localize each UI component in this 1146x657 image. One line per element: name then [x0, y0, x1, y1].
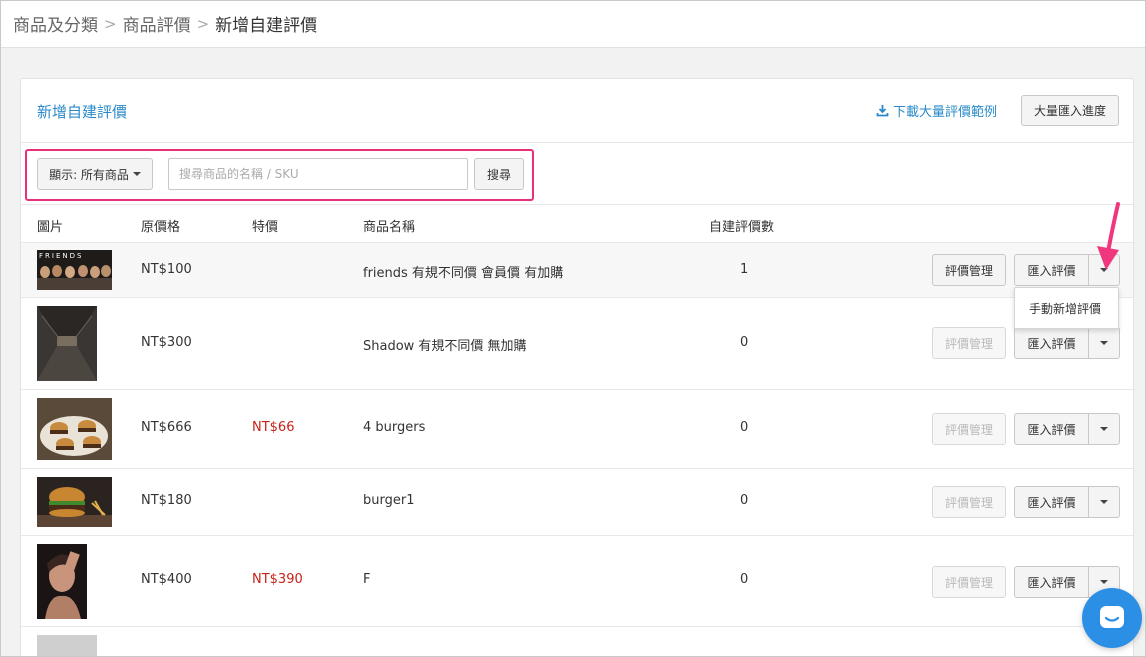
review-count: 1 [740, 262, 749, 277]
breadcrumb: 商品及分類 > 商品評價 > 新增自建評價 [0, 0, 1146, 48]
import-dropdown-toggle[interactable] [1089, 327, 1120, 359]
manual-add-review-item[interactable]: 手動新增評價 [1029, 300, 1101, 317]
review-count: 0 [740, 493, 749, 508]
friends-poster-image: FRIENDS [37, 250, 112, 290]
product-name: F [363, 572, 371, 587]
review-count: 0 [740, 335, 749, 350]
column-header-original-price: 原價格 [141, 220, 181, 235]
download-sample-link[interactable]: 下載大量評價範例 [876, 101, 997, 120]
table-row: NT$666 NT$66 4 burgers 0 評價管理 匯入評價 [21, 390, 1133, 469]
review-count: 0 [740, 572, 749, 587]
annotation-arrow-icon [1097, 202, 1120, 270]
chevron-right-icon: > [196, 14, 210, 33]
column-header-image: 圖片 [37, 220, 64, 235]
product-name: friends 有規不同價 會員價 有加購 [363, 266, 564, 281]
product-thumbnail[interactable] [37, 635, 97, 657]
column-header-review-count: 自建評價數 [709, 220, 775, 235]
table-row [21, 627, 1133, 657]
special-price: NT$390 [252, 572, 303, 587]
portrait-photo-thumbnail[interactable] [37, 544, 87, 619]
tunnel-photo-image [37, 306, 97, 381]
import-dropdown-toggle[interactable] [1089, 413, 1120, 445]
caret-down-icon [132, 172, 141, 176]
caret-down-icon [1100, 580, 1108, 584]
import-dropdown-toggle[interactable] [1089, 486, 1120, 518]
import-reviews-button[interactable]: 匯入評價 [1014, 413, 1089, 445]
download-icon [876, 105, 889, 117]
table-row: NT$400 NT$390 F 0 評價管理 匯入評價 [21, 536, 1133, 627]
caret-down-icon [1100, 500, 1108, 504]
manage-reviews-button[interactable]: 評價管理 [932, 413, 1006, 445]
import-button-group: 匯入評價 [1014, 413, 1120, 445]
import-reviews-button[interactable]: 匯入評價 [1014, 327, 1089, 359]
panel-title: 新增自建評價 [37, 103, 128, 121]
friends-poster-thumbnail[interactable]: FRIENDS [37, 250, 112, 290]
import-reviews-button[interactable]: 匯入評價 [1014, 566, 1089, 598]
original-price: NT$400 [141, 572, 192, 587]
caret-down-icon [1100, 427, 1108, 431]
import-button-group: 匯入評價 [1014, 486, 1120, 518]
portrait-photo-image [37, 544, 87, 619]
search-button[interactable]: 搜尋 [474, 158, 524, 190]
manage-reviews-button[interactable]: 評價管理 [932, 486, 1006, 518]
import-progress-button[interactable]: 大量匯入進度 [1021, 95, 1119, 126]
manage-reviews-button[interactable]: 評價管理 [932, 566, 1006, 598]
search-input[interactable] [168, 158, 468, 190]
filter-row: 顯示: 所有商品 搜尋 [21, 143, 1133, 205]
product-name: 4 burgers [363, 420, 426, 435]
chevron-right-icon: > [104, 14, 117, 33]
original-price: NT$666 [141, 420, 192, 435]
table-row: FRIENDS NT$100 friends 有規不同價 會員價 有加購 1 評… [21, 243, 1133, 298]
chat-button[interactable] [1082, 588, 1142, 648]
svg-text:FRIENDS: FRIENDS [39, 252, 83, 260]
import-reviews-button[interactable]: 匯入評價 [1014, 254, 1089, 286]
burgers-photo-image [37, 398, 112, 460]
manage-reviews-button[interactable]: 評價管理 [932, 254, 1006, 286]
burger-photo-image [37, 477, 112, 527]
burgers-photo-thumbnail[interactable] [37, 398, 112, 460]
product-name: Shadow 有規不同價 無加購 [363, 339, 527, 354]
import-reviews-button[interactable]: 匯入評價 [1014, 486, 1089, 518]
panel-header: 新增自建評價 下載大量評價範例 大量匯入進度 [21, 79, 1133, 143]
chat-icon [1100, 606, 1124, 628]
show-filter-dropdown[interactable]: 顯示: 所有商品 [37, 158, 153, 190]
download-link-label: 下載大量評價範例 [893, 105, 998, 120]
original-price: NT$100 [141, 262, 192, 277]
review-count: 0 [740, 420, 749, 435]
table-row: NT$300 Shadow 有規不同價 無加購 0 評價管理 匯入評價 [21, 298, 1133, 390]
show-filter-label: 顯示: 所有商品 [49, 167, 129, 182]
import-button-group: 匯入評價 [1014, 327, 1120, 359]
original-price: NT$180 [141, 493, 192, 508]
column-header-special-price: 特價 [252, 220, 279, 235]
manage-reviews-button[interactable]: 評價管理 [932, 327, 1006, 359]
breadcrumb-item-reviews[interactable]: 商品評價 [123, 11, 191, 36]
table-row: NT$180 burger1 0 評價管理 匯入評價 [21, 469, 1133, 536]
breadcrumb-item-current: 新增自建評價 [215, 16, 318, 36]
main-panel: 新增自建評價 下載大量評價範例 大量匯入進度 顯示: 所有商品 搜尋 圖片 原價… [20, 78, 1134, 657]
original-price: NT$300 [141, 335, 192, 350]
burger-photo-thumbnail[interactable] [37, 477, 112, 527]
product-name: burger1 [363, 493, 415, 508]
special-price: NT$66 [252, 420, 295, 435]
import-dropdown-menu: 手動新增評價 [1014, 287, 1119, 329]
caret-down-icon [1100, 341, 1108, 345]
table-header: 圖片 原價格 特價 商品名稱 自建評價數 [21, 205, 1133, 243]
breadcrumb-item-products[interactable]: 商品及分類 [13, 11, 98, 36]
column-header-name: 商品名稱 [363, 220, 416, 235]
tunnel-photo-thumbnail[interactable] [37, 306, 97, 381]
